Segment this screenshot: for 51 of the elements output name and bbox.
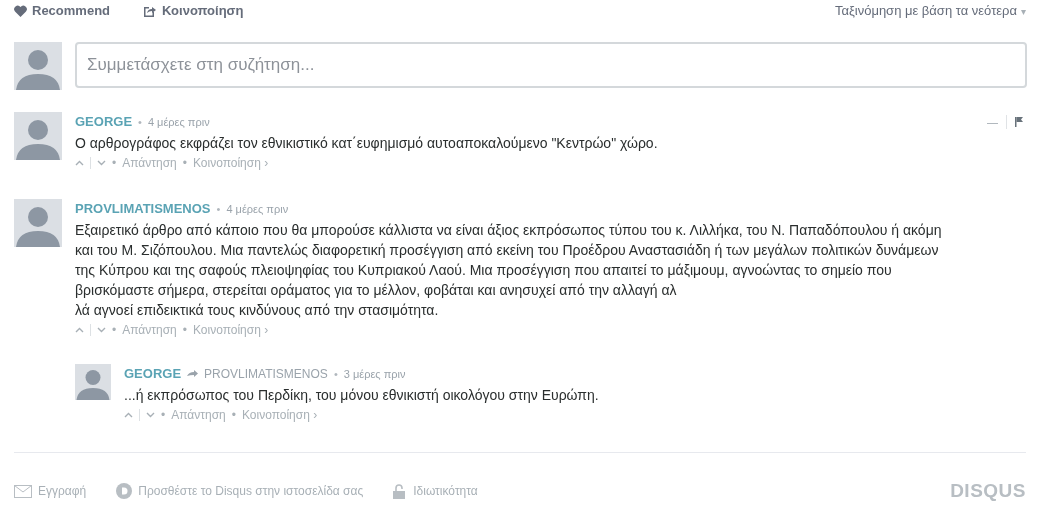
disqus-logo-icon	[116, 483, 133, 500]
author-name[interactable]: GEORGE	[124, 364, 182, 384]
collapse-button[interactable]: —	[987, 113, 998, 131]
separator-dot: •	[333, 366, 338, 382]
separator-dot: •	[161, 407, 166, 424]
recommend-button[interactable]: Recommend	[14, 1, 111, 21]
share-button[interactable]: Κοινοποίηση	[143, 1, 244, 21]
author-name[interactable]: GEORGE	[75, 112, 133, 132]
avatar	[14, 42, 62, 90]
upvote-icon[interactable]	[75, 327, 84, 333]
reply-link[interactable]: Απάντηση	[171, 406, 226, 424]
share-icon	[143, 5, 157, 17]
avatar	[75, 364, 111, 400]
arrow-icon	[187, 369, 199, 379]
reply-link[interactable]: Απάντηση	[122, 154, 177, 172]
comment-input[interactable]: Συμμετάσχετε στη συζήτηση...	[75, 42, 1027, 88]
comment-text: Ο αρθρογράφος εκφράζει τον εθνικιστικό κατ΄ευφημισμό αυτοαποκαλούμενο "Κεντρώο" χώρο.	[75, 134, 659, 153]
downvote-icon[interactable]	[97, 160, 106, 166]
avatar	[14, 112, 62, 160]
lock-icon	[393, 483, 406, 499]
reply-link[interactable]: Απάντηση	[122, 321, 177, 339]
add-disqus-link[interactable]: Προσθέστε το Disqus στην ιστοσελίδα σας	[138, 482, 364, 501]
subscribe-link[interactable]: Εγγραφή	[38, 482, 87, 501]
privacy-link[interactable]: Ιδιωτικότητα	[413, 482, 478, 501]
downvote-icon[interactable]	[146, 412, 155, 418]
separator-dot: •	[182, 322, 187, 339]
timestamp[interactable]: 4 μέρες πριν	[147, 113, 210, 131]
share-link[interactable]: Κοινοποίηση ›	[192, 321, 269, 339]
comment-text: ...ή εκπρόσωπος του Περδίκη, του μόνου εθνικιστή οικολόγου στην Ευρώπη.	[124, 386, 600, 405]
reply-to-name[interactable]: PROVLIMATISMENOS	[204, 365, 328, 383]
separator-dot: •	[138, 114, 142, 130]
heart-icon	[14, 5, 27, 17]
separator-dot: •	[112, 322, 117, 339]
upvote-icon[interactable]	[75, 160, 84, 166]
separator-dot: •	[112, 155, 117, 172]
share-link[interactable]: Κοινοποίηση ›	[241, 406, 318, 424]
separator-dot: •	[216, 201, 221, 217]
disqus-logo[interactable]: DISQUS	[950, 477, 1026, 506]
downvote-icon[interactable]	[97, 327, 106, 333]
avatar	[14, 199, 62, 247]
flag-icon[interactable]	[1015, 117, 1023, 127]
envelope-icon	[14, 484, 32, 498]
timestamp[interactable]: 3 μέρες πριν	[343, 365, 406, 383]
timestamp[interactable]: 4 μέρες πριν	[226, 200, 289, 218]
separator-dot: •	[231, 407, 236, 424]
upvote-icon[interactable]	[124, 412, 133, 418]
separator-dot: •	[182, 155, 187, 172]
author-name[interactable]: PROVLIMATISMENOS	[75, 199, 211, 219]
comment-text: Εξαιρετικό άρθρο από κάποιο που θα μπορούσε κάλλιστα να είναι άξιος εκπρόσωπος τύπου του κ. Λιλλήκα, του Ν. Παπαδόπουλου ή ακόμη και του Μ. Σιζόπουλου. Μια παντελώς διαφορετική προσέγγιση από εκείνη του Προέδρου Αναστασιάδη ή των μεγάλων πολιτικών δυνάμεων της Κύπρου και της σαφούς πλειοψηφίας του Κυπριακού Λαού. Μια προσέγγιση που απαιτεί το μάξιμουμ, αγνοώντας το σημείο που βρισκόμαστε σήμερα, στερείται οράματος για το μέλλον, φοβάται και ανησυχεί από την αλλαγή αλ λά αγνοεί επιδεικτικά τους κινδύνους από την στασιμότητα.	[75, 221, 943, 320]
share-link[interactable]: Κοινοποίηση ›	[192, 154, 269, 172]
sort-dropdown[interactable]: Ταξινόμηση με βάση τα νεότερα ▾	[834, 1, 1026, 21]
